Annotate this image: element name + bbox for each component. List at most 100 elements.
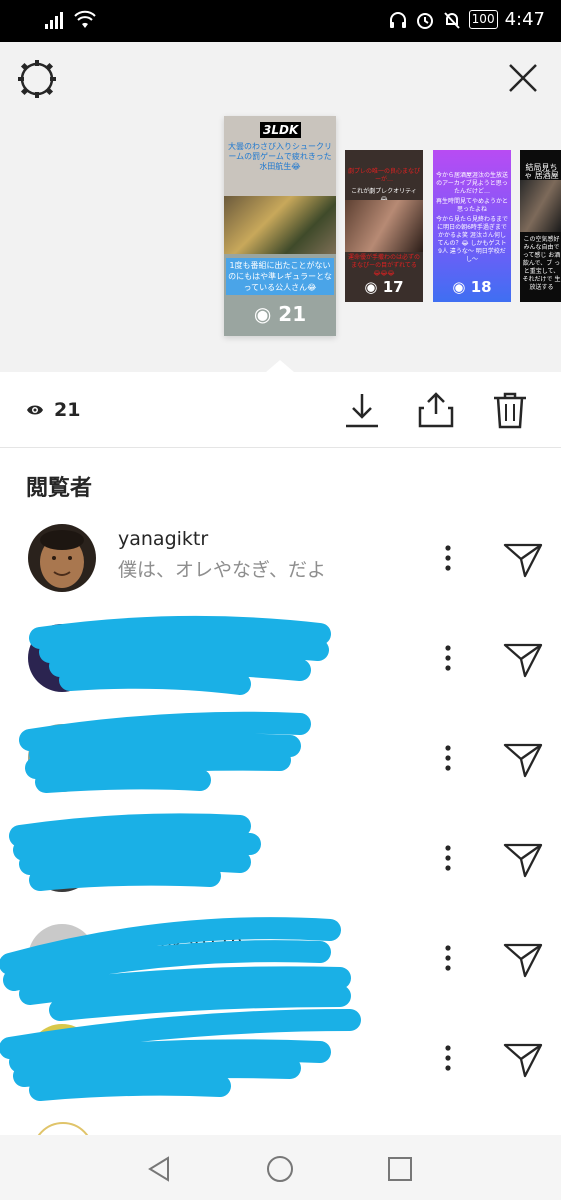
recents-button[interactable] bbox=[384, 1153, 416, 1185]
avatar bbox=[28, 1024, 96, 1092]
more-vertical-icon bbox=[445, 645, 451, 671]
avatar-photo bbox=[28, 524, 96, 592]
paper-plane-icon bbox=[503, 943, 543, 978]
share-button[interactable] bbox=[416, 390, 456, 430]
back-button[interactable] bbox=[144, 1153, 176, 1185]
story-thumbnail[interactable]: 今から居酒屋涯汰の生放送のアーカイブ見ようと思ったんだけど… 再生時間見てやめよ… bbox=[433, 150, 511, 302]
trash-icon bbox=[494, 392, 526, 429]
status-bar: 100 4:47 bbox=[0, 0, 561, 42]
paper-plane-icon bbox=[503, 543, 543, 578]
recents-square-icon bbox=[388, 1157, 412, 1181]
download-icon bbox=[346, 394, 378, 428]
headphones-icon bbox=[389, 11, 406, 28]
send-message-button[interactable] bbox=[500, 1036, 546, 1080]
system-nav-bar bbox=[0, 1135, 561, 1200]
eye-icon: ◉ bbox=[452, 278, 471, 296]
thumb-text: 再生時間見てやめようかと思ったよね bbox=[436, 198, 509, 213]
thumb-text: 今から見たら見終わるまでに明日の朝6時手過ぎまでかかるよ笑 涯汰さん何してんの？… bbox=[436, 216, 509, 263]
mute-bell-icon bbox=[443, 11, 460, 29]
thumb-photo bbox=[520, 180, 561, 232]
delete-button[interactable] bbox=[490, 390, 530, 430]
paper-plane-icon bbox=[503, 743, 543, 778]
send-message-button[interactable] bbox=[500, 836, 546, 880]
gear-icon bbox=[18, 60, 56, 98]
story-photo bbox=[224, 196, 336, 254]
thumb-views-value: 17 bbox=[382, 278, 404, 296]
wifi-icon bbox=[74, 10, 96, 28]
thumb-photo bbox=[345, 200, 423, 252]
alarm-icon bbox=[416, 12, 433, 29]
thumb-text: 運命優が手撒わのは必ずのまなぴーの目がずれてる😂😂😂 bbox=[348, 254, 421, 277]
story-caption-top: 大曇のわさび入りシュークリームの罰ゲームで疲れきった水田航生😂 bbox=[228, 142, 332, 171]
paper-plane-icon bbox=[503, 643, 543, 678]
story-thumbnail-selected[interactable]: 3LDK 大曇のわさび入りシュークリームの罰ゲームで疲れきった水田航生😂 1度も… bbox=[224, 116, 336, 336]
paper-plane-icon bbox=[503, 843, 543, 878]
home-button[interactable] bbox=[264, 1153, 296, 1185]
paper-plane-icon bbox=[503, 1043, 543, 1078]
more-options-button[interactable] bbox=[436, 736, 460, 780]
more-options-button[interactable] bbox=[436, 836, 460, 880]
view-count: 21 bbox=[26, 399, 80, 421]
story-view-count: ◉ 21 bbox=[224, 302, 336, 326]
viewer-row[interactable] bbox=[0, 1012, 561, 1108]
battery-indicator: 100 bbox=[468, 10, 498, 29]
avatar bbox=[28, 924, 96, 992]
viewer-row[interactable] bbox=[0, 712, 561, 808]
send-message-button[interactable] bbox=[500, 536, 546, 580]
view-count-value: 21 bbox=[54, 399, 81, 421]
signal-icon bbox=[45, 12, 63, 29]
thumb-view-count: ◉ 17 bbox=[345, 278, 423, 296]
share-icon bbox=[418, 392, 454, 428]
story-actions-bar: 21 bbox=[0, 372, 561, 448]
eye-icon bbox=[27, 405, 43, 415]
viewer-row[interactable] bbox=[0, 812, 561, 908]
more-vertical-icon bbox=[445, 845, 451, 871]
thumb-views-value: 18 bbox=[470, 278, 492, 296]
eye-icon: ◉ bbox=[253, 302, 279, 326]
more-options-button[interactable] bbox=[436, 536, 460, 580]
send-message-button[interactable] bbox=[500, 636, 546, 680]
viewer-username: nka0119 bbox=[160, 934, 243, 956]
more-vertical-icon bbox=[445, 545, 451, 571]
avatar bbox=[28, 824, 96, 892]
more-vertical-icon bbox=[445, 1045, 451, 1071]
close-button[interactable] bbox=[505, 60, 541, 96]
viewer-fullname: 僕は、オレやなぎ、だよ bbox=[118, 559, 327, 581]
more-options-button[interactable] bbox=[436, 1036, 460, 1080]
avatar bbox=[28, 724, 96, 792]
thumb-text: 劇プレの唯一の良心まなぴーが… bbox=[348, 168, 421, 183]
avatar bbox=[28, 524, 96, 592]
story-thumbnail[interactable]: 結局見ちゃ 居酒屋 この空気感好 みんな自由で って感じ お酒飲んで、ブ っと重… bbox=[520, 150, 561, 302]
back-triangle-icon bbox=[148, 1156, 169, 1182]
more-vertical-icon bbox=[445, 945, 451, 971]
selection-pointer bbox=[266, 360, 294, 372]
viewer-row[interactable] bbox=[0, 612, 561, 708]
story-tag: 3LDK bbox=[260, 122, 302, 138]
story-strip: 3LDK 大曇のわさび入りシュークリームの罰ゲームで疲れきった水田航生😂 1度も… bbox=[0, 42, 561, 372]
more-vertical-icon bbox=[445, 745, 451, 771]
viewer-row[interactable]: yanagiktr 僕は、オレやなぎ、だよ bbox=[0, 512, 561, 608]
viewers-heading: 閲覧者 bbox=[26, 476, 93, 501]
thumb-text: 今から居酒屋涯汰の生放送のアーカイブ見ようと思ったんだけど… bbox=[436, 172, 509, 195]
story-views-value: 21 bbox=[278, 302, 307, 326]
thumb-text: この空気感好 みんな自由で って感じ お酒飲んで、ブ っと重宝して、 それだけで… bbox=[522, 236, 561, 291]
clock: 4:47 bbox=[504, 9, 545, 30]
story-caption-bottom: 1度も番組に出たことがないのにもはや準レギュラーとなっている公人さん😂 bbox=[226, 258, 334, 295]
story-thumbnail[interactable]: 劇プレの唯一の良心まなぴーが… これが劇プレクオリティ😂 運命優が手撒わのは必ず… bbox=[345, 150, 423, 302]
thumb-view-count: ◉ 18 bbox=[433, 278, 511, 296]
home-circle-icon bbox=[267, 1156, 293, 1182]
eye-icon: ◉ bbox=[364, 278, 383, 296]
viewer-row[interactable]: nka0119 bbox=[0, 912, 561, 1008]
thumb-text: 結局見ちゃ 居酒屋 bbox=[524, 163, 559, 180]
close-icon bbox=[509, 64, 537, 92]
avatar bbox=[28, 624, 96, 692]
signal-wifi-indicators bbox=[44, 10, 96, 30]
settings-button[interactable] bbox=[16, 58, 58, 100]
send-message-button[interactable] bbox=[500, 936, 546, 980]
viewer-username: yanagiktr bbox=[118, 528, 209, 550]
status-right: 100 4:47 bbox=[388, 9, 545, 30]
send-message-button[interactable] bbox=[500, 736, 546, 780]
download-button[interactable] bbox=[342, 390, 382, 430]
more-options-button[interactable] bbox=[436, 636, 460, 680]
more-options-button[interactable] bbox=[436, 936, 460, 980]
